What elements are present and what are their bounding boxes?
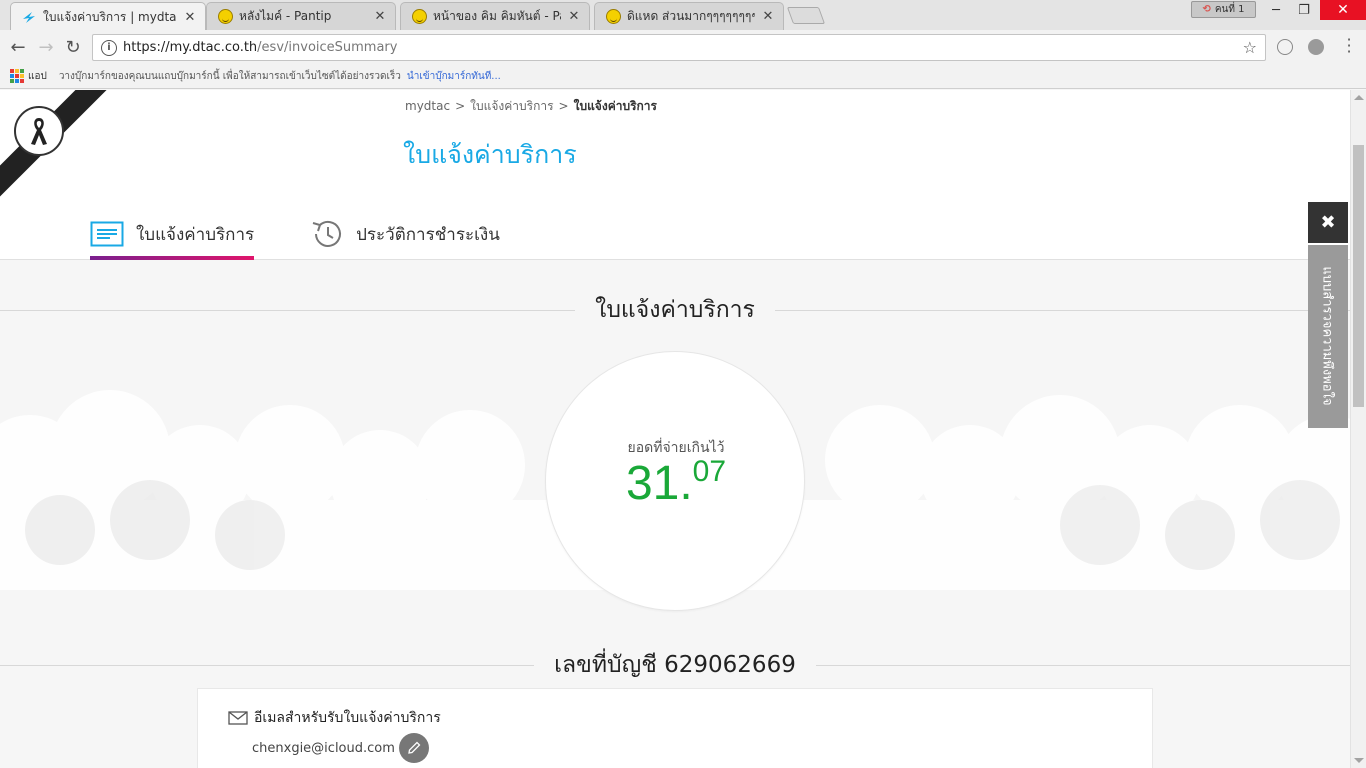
edit-email-button[interactable]	[398, 733, 429, 763]
breadcrumb-current: ใบแจ้งค่าบริการ	[573, 99, 657, 113]
invoice-heading: ใบแจ้งค่าบริการ	[595, 297, 755, 323]
import-bookmarks-link[interactable]: นำเข้าบุ๊กมาร์กทันที...	[407, 69, 501, 84]
new-tab-button[interactable]	[786, 7, 826, 24]
tab-payment-history-label: ประวัติการชำระเงิน	[356, 224, 500, 245]
account-heading: เลขที่บัญชี 629062669	[554, 652, 796, 678]
email-address: chenxgie@icloud.com	[252, 740, 395, 756]
tab-close-icon[interactable]: ✕	[567, 9, 581, 24]
forward-button[interactable]: →	[35, 36, 57, 58]
window-close-button[interactable]: ✕	[1320, 0, 1366, 20]
tab-title: ใบแจ้งค่าบริการ | mydtac	[43, 9, 177, 24]
browser-tab-pantip-1[interactable]: หลังไมค์ - Pantip ✕	[206, 2, 396, 30]
mail-icon	[228, 711, 248, 725]
tab-title: หลังไมค์ - Pantip	[239, 9, 332, 23]
survey-label: แบบสำรวจความพึงพอใจ	[1319, 266, 1335, 406]
page-scrollbar[interactable]	[1350, 90, 1366, 768]
history-icon	[310, 218, 344, 250]
section-tabs: ใบแจ้งค่าบริการ ประวัติการชำระเงิน	[90, 208, 556, 260]
bookmarks-bar: แอป วางบุ๊กมาร์กของคุณบนแถบบุ๊กมาร์กนี้ …	[0, 64, 1366, 89]
tab-title: ดิแหด ส่วนมากๆๆๆๆๆๆๆๆๆๆๆๆ	[627, 9, 755, 23]
tab-invoice[interactable]: ใบแจ้งค่าบริการ	[90, 208, 255, 260]
balance-decimal: 07	[692, 455, 727, 488]
satisfaction-survey-tab[interactable]: แบบสำรวจความพึงพอใจ	[1308, 245, 1348, 428]
bookmarks-hint: วางบุ๊กมาร์กของคุณบนแถบบุ๊กมาร์กนี้ เพื่…	[58, 70, 401, 82]
page-content: mydtac > ใบแจ้งค่าบริการ > ใบแจ้งค่าบริการ ใ…	[0, 90, 1350, 768]
mourning-ribbon-icon	[14, 106, 64, 156]
back-button[interactable]: ←	[7, 36, 29, 58]
browser-toolbar: ← → ↻ i https://my.dtac.co.th/esv/invoic…	[0, 30, 1366, 64]
scroll-up-arrow-icon[interactable]	[1354, 95, 1364, 100]
tab-close-icon[interactable]: ✕	[183, 10, 197, 25]
apps-label[interactable]: แอป	[28, 69, 47, 84]
minimize-button[interactable]: ─	[1262, 0, 1290, 20]
pantip-icon	[217, 9, 233, 25]
browser-tab-bar: ใบแจ้งค่าบริการ | mydtac ✕ หลังไมค์ - Pa…	[0, 0, 1366, 31]
balance-circle: ยอดที่จ่ายเกินไว้ 31.07	[545, 351, 805, 611]
tab-title: หน้าของ คิม คิมหันต์ - Pantip	[433, 9, 561, 23]
browser-menu-icon[interactable]: · · ·	[1343, 32, 1355, 60]
side-panel-close-button[interactable]: ✖	[1308, 202, 1348, 243]
browser-tab-mydtac[interactable]: ใบแจ้งค่าบริการ | mydtac ✕	[10, 2, 206, 31]
url-host: https://my.dtac.co.th	[123, 40, 258, 55]
breadcrumb-item-mydtac[interactable]: mydtac	[405, 99, 450, 113]
invoice-section-heading: ใบแจ้งค่าบริการ	[0, 292, 1350, 328]
bookmark-star-icon[interactable]: ☆	[1243, 38, 1257, 57]
extension-icon[interactable]	[1308, 39, 1324, 55]
tab-close-icon[interactable]: ✕	[373, 9, 387, 24]
reload-button[interactable]: ↻	[62, 36, 84, 58]
page-title: ใบแจ้งค่าบริการ	[403, 140, 577, 169]
url-path: /esv/invoiceSummary	[257, 40, 398, 55]
pantip-icon	[411, 9, 427, 25]
breadcrumb-item-invoice[interactable]: ใบแจ้งค่าบริการ	[470, 99, 553, 113]
scroll-down-arrow-icon[interactable]	[1354, 758, 1364, 763]
profile-icon: ⟲	[1202, 4, 1211, 15]
browser-tab-pantip-3[interactable]: ดิแหด ส่วนมากๆๆๆๆๆๆๆๆๆๆๆๆ ✕	[594, 2, 784, 30]
address-bar[interactable]: i https://my.dtac.co.th/esv/invoiceSumma…	[92, 34, 1266, 61]
browser-tab-pantip-2[interactable]: หน้าของ คิม คิมหันต์ - Pantip ✕	[400, 2, 590, 30]
email-row: chenxgie@icloud.com	[252, 733, 429, 763]
tab-close-icon[interactable]: ✕	[761, 9, 775, 24]
page-header: mydtac > ใบแจ้งค่าบริการ > ใบแจ้งค่าบริการ ใ…	[0, 90, 1350, 260]
pencil-icon	[408, 741, 421, 754]
balance-integer: 31.	[625, 457, 693, 510]
account-section-heading: เลขที่บัญชี 629062669	[0, 647, 1350, 683]
tab-payment-history[interactable]: ประวัติการชำระเงิน	[310, 208, 500, 260]
apps-grid-icon[interactable]	[10, 69, 24, 83]
profile-button[interactable]: ⟲ คนที่ 1	[1191, 1, 1256, 18]
pantip-icon	[605, 9, 621, 25]
invoice-icon	[90, 221, 124, 247]
globe-extension-icon[interactable]	[1277, 39, 1293, 55]
email-card: อีเมลสำหรับรับใบแจ้งค่าบริการ chenxgie@i…	[197, 688, 1153, 768]
profile-label: คนที่ 1	[1214, 4, 1245, 15]
dtac-icon	[21, 9, 37, 25]
site-info-icon[interactable]: i	[101, 39, 117, 56]
breadcrumb: mydtac > ใบแจ้งค่าบริการ > ใบแจ้งค่าบริการ	[405, 99, 657, 113]
restore-button[interactable]: ❐	[1290, 0, 1318, 20]
balance-amount: 31.07	[546, 455, 806, 511]
email-section-title: อีเมลสำหรับรับใบแจ้งค่าบริการ	[254, 710, 441, 726]
tab-invoice-label: ใบแจ้งค่าบริการ	[136, 224, 255, 245]
scrollbar-thumb[interactable]	[1353, 145, 1364, 407]
email-card-title: อีเมลสำหรับรับใบแจ้งค่าบริการ	[228, 707, 441, 729]
